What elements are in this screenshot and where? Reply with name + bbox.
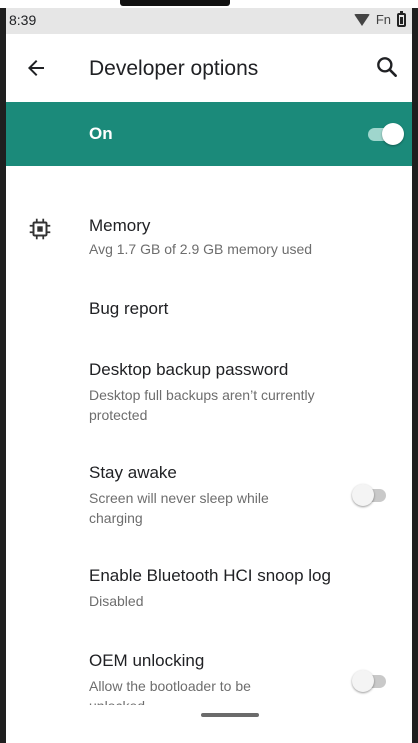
master-toggle-switch[interactable] — [364, 123, 404, 145]
setting-summary-line-1: Screen will never sleep while — [89, 490, 269, 506]
status-time: 8:39 — [9, 12, 37, 28]
status-bar: 8:39 Fn — [6, 8, 412, 34]
setting-stay-awake[interactable]: Stay awake Screen will never sleep while… — [6, 455, 412, 529]
setting-summary-line-2: protected — [89, 407, 148, 423]
setting-bluetooth-hci-snoop-log[interactable]: Enable Bluetooth HCI snoop log Disabled — [6, 558, 412, 614]
master-switch-label: On — [89, 124, 113, 143]
setting-summary-line-1: Allow the bootloader to be — [89, 678, 251, 694]
oem-unlocking-toggle-switch[interactable] — [352, 670, 390, 692]
setting-memory[interactable]: Memory Avg 1.7 GB of 2.9 GB memory used — [6, 208, 412, 264]
search-icon[interactable] — [374, 54, 400, 80]
setting-summary: Disabled — [89, 593, 144, 609]
setting-summary: Avg 1.7 GB of 2.9 GB memory used — [89, 241, 313, 257]
app-bar: Developer options — [6, 34, 412, 102]
stay-awake-toggle-switch[interactable] — [352, 484, 390, 506]
navigation-bar — [6, 705, 412, 743]
status-icons: Fn — [353, 10, 406, 27]
back-arrow-icon[interactable] — [24, 56, 48, 80]
home-gesture-pill[interactable] — [201, 713, 259, 717]
master-switch-bar[interactable]: On — [6, 102, 412, 166]
setting-title: Desktop backup password — [89, 360, 289, 379]
top-edge — [0, 0, 418, 8]
network-label: Fn — [375, 12, 391, 27]
page-title: Developer options — [89, 57, 259, 80]
setting-title: Enable Bluetooth HCI snoop log — [89, 566, 331, 585]
setting-title: Memory — [89, 216, 151, 235]
wifi-icon — [353, 13, 370, 26]
setting-title: Stay awake — [89, 463, 177, 482]
setting-bug-report[interactable]: Bug report — [6, 290, 412, 330]
setting-title: OEM unlocking — [89, 651, 205, 670]
setting-desktop-backup-password[interactable]: Desktop backup password Desktop full bac… — [6, 352, 412, 426]
setting-title: Bug report — [89, 299, 169, 318]
setting-summary-line-1: Desktop full backups aren’t currently — [89, 387, 315, 403]
setting-summary-line-2: charging — [89, 510, 143, 526]
battery-icon — [397, 10, 406, 27]
memory-chip-icon — [29, 218, 51, 240]
